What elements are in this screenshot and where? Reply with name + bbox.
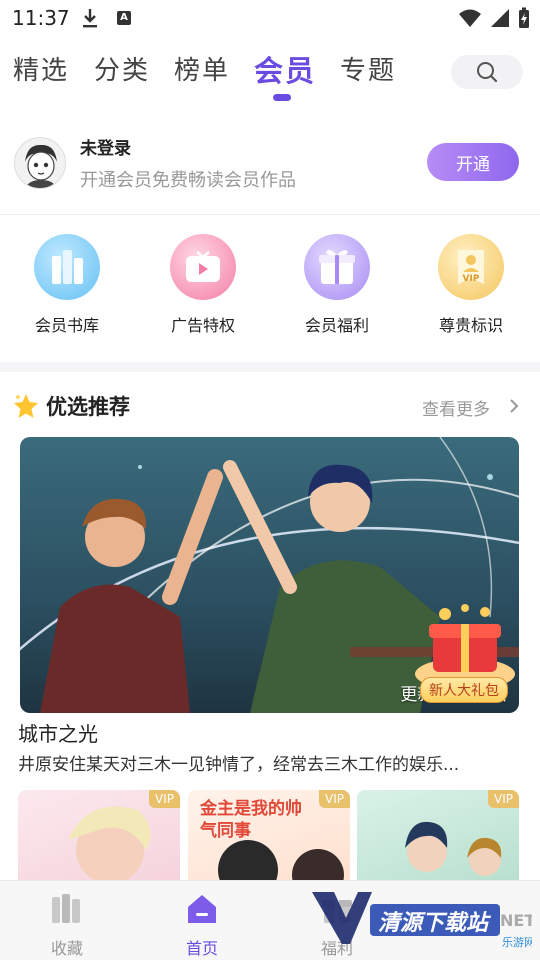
home-icon xyxy=(188,895,216,923)
feature-member-library[interactable]: 会员书库 xyxy=(7,230,127,336)
tab-topics[interactable]: 专题 xyxy=(340,50,396,87)
see-more-link[interactable]: 查看更多 xyxy=(422,395,490,420)
feature-label: 尊贵标识 xyxy=(438,316,503,335)
battery-icon xyxy=(519,7,529,28)
gift-icon xyxy=(304,234,370,300)
svg-text:VIP: VIP xyxy=(463,274,480,284)
tab-ranking[interactable]: 榜单 xyxy=(174,50,230,87)
feature-noble-badge[interactable]: VIP 尊贵标识 xyxy=(411,230,531,336)
open-membership-button[interactable]: 开通 xyxy=(427,143,519,181)
nav-home[interactable]: 首页 xyxy=(162,887,242,959)
member-features: 会员书库 广告特权 会员福利 VIP 尊贵标识 xyxy=(0,230,540,340)
nav-label: 首页 xyxy=(185,939,218,958)
feature-label: 广告特权 xyxy=(170,316,235,335)
status-time: 11:37 xyxy=(12,6,70,30)
book-thumbnail[interactable]: VIP xyxy=(18,790,180,880)
feature-label: 会员书库 xyxy=(34,316,99,335)
download-icon xyxy=(83,9,97,28)
recommend-header: 优选推荐 查看更多 xyxy=(0,388,540,428)
thumbnail-title: 金主是我的帅气同事 xyxy=(200,799,302,841)
feature-label: 会员福利 xyxy=(304,316,369,335)
user-card: 未登录 开通会员免费畅读会员作品 开通 xyxy=(0,120,540,210)
search-icon xyxy=(477,62,498,83)
book-thumbnail[interactable]: 金主是我的帅气同事 VIP xyxy=(188,790,350,880)
nav-label: 收藏 xyxy=(50,939,83,958)
tab-category[interactable]: 分类 xyxy=(94,50,150,87)
wifi-icon xyxy=(459,9,481,27)
nav-favorites[interactable]: 收藏 xyxy=(27,887,107,959)
book-title[interactable]: 城市之光 xyxy=(18,718,98,747)
user-name[interactable]: 未登录 xyxy=(80,134,131,159)
feature-member-welfare[interactable]: 会员福利 xyxy=(277,230,397,336)
watermark-text: 清源下载站 xyxy=(378,911,492,936)
search-button[interactable] xyxy=(451,55,523,89)
watermark-sub: 乐游网 xyxy=(502,936,532,949)
new-user-gift-label[interactable]: 新人大礼包 xyxy=(420,677,508,703)
signal-icon xyxy=(491,9,509,27)
bookshelf-icon xyxy=(52,894,80,923)
avatar-image xyxy=(15,138,65,188)
divider xyxy=(0,214,540,215)
tab-featured[interactable]: 精选 xyxy=(13,50,69,87)
status-bar: 11:37 A xyxy=(0,0,540,36)
book-description: 井原安住某天对三木一见钟情了，经常去三木工作的娱乐... xyxy=(18,755,460,775)
active-tab-indicator xyxy=(273,94,291,101)
user-subtitle: 开通会员免费畅读会员作品 xyxy=(80,170,296,191)
watermark-logo: 清源下载站 NET 乐游网 xyxy=(312,892,532,949)
vip-badge-icon: VIP xyxy=(438,234,504,300)
vip-badge: VIP xyxy=(488,790,519,808)
books-icon xyxy=(34,234,100,300)
recommend-thumbnails: VIP 金主是我的帅气同事 VIP VIP xyxy=(0,790,540,880)
watermark-net: NET xyxy=(500,911,532,930)
section-title: 优选推荐 xyxy=(46,395,130,419)
chevron-right-icon[interactable] xyxy=(508,398,520,414)
tab-member[interactable]: 会员 xyxy=(254,48,316,90)
book-thumbnail[interactable]: VIP xyxy=(357,790,519,880)
feature-ad-privilege[interactable]: 广告特权 xyxy=(143,230,263,336)
avatar[interactable] xyxy=(14,137,66,189)
a-badge-icon: A xyxy=(117,11,131,25)
section-separator xyxy=(0,362,540,372)
star-icon xyxy=(14,394,38,418)
vip-badge: VIP xyxy=(149,790,180,808)
vip-badge: VIP xyxy=(319,790,350,808)
play-tv-icon xyxy=(170,234,236,300)
